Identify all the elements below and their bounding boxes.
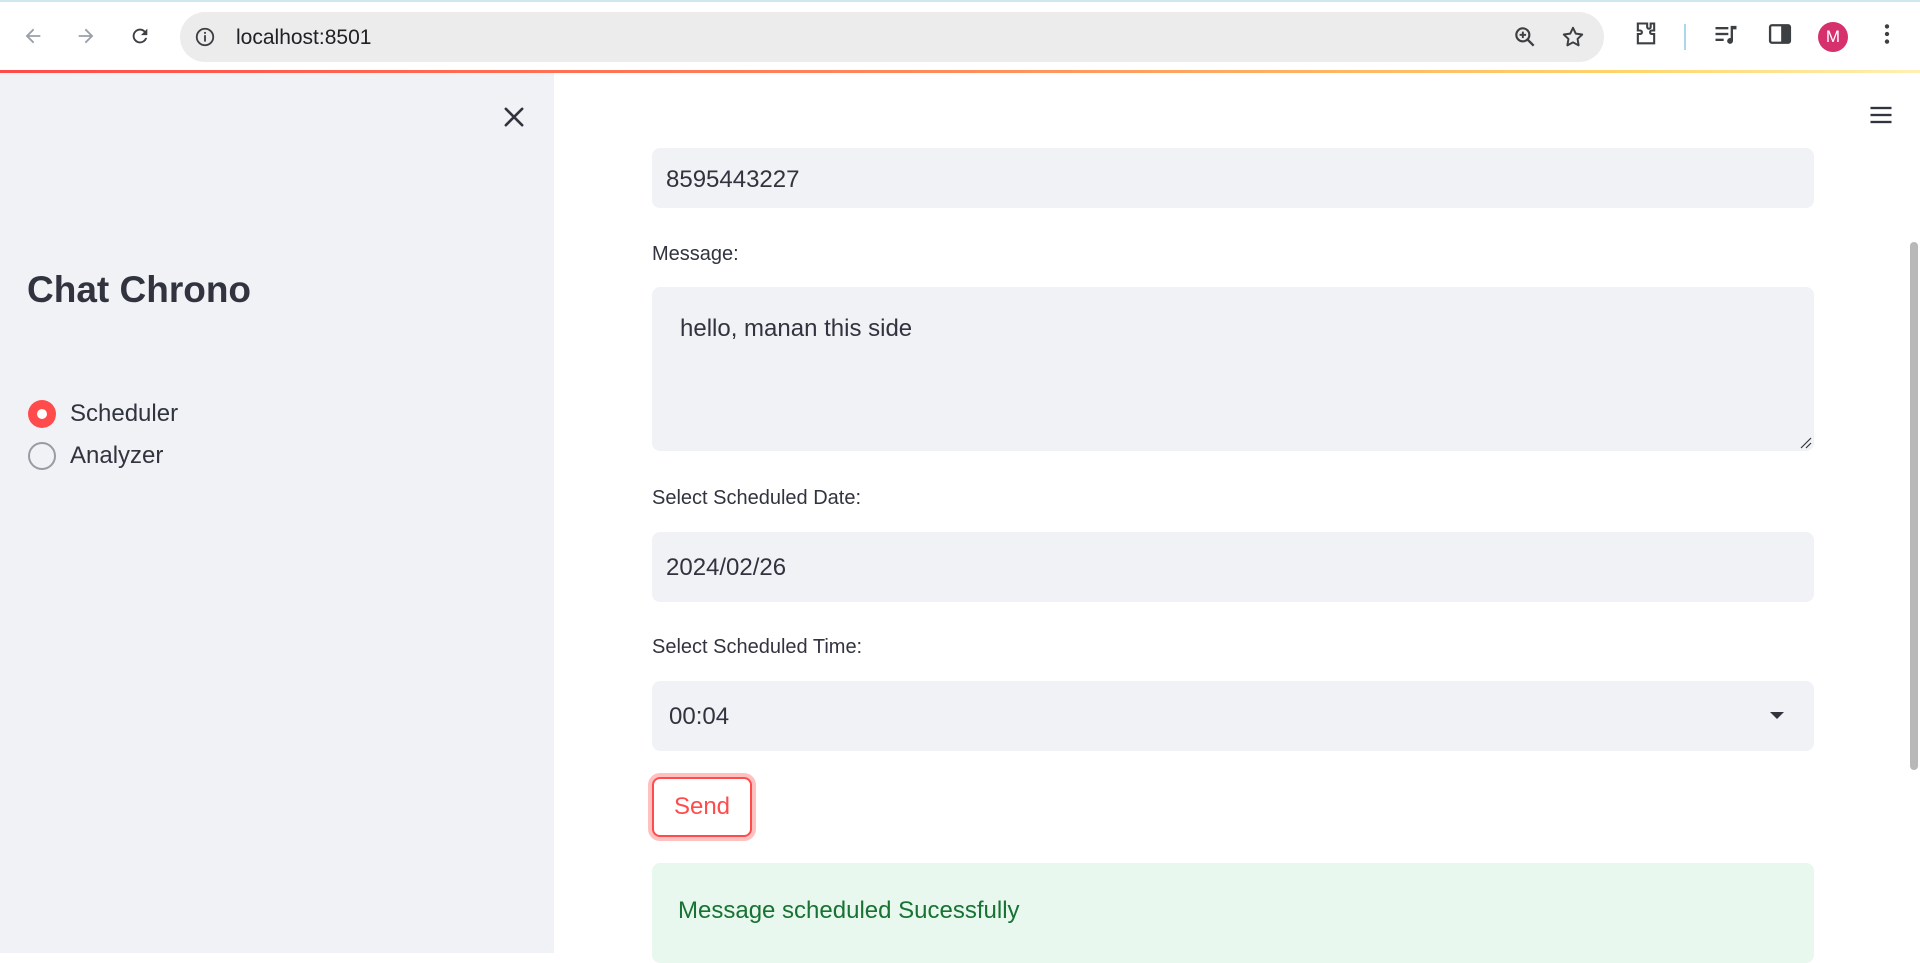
- zoom-icon[interactable]: [1512, 24, 1538, 50]
- media-control-icon[interactable]: [1712, 20, 1740, 48]
- message-label: Message:: [652, 243, 739, 265]
- radio-label-scheduler: Scheduler: [70, 400, 179, 427]
- hamburger-menu-icon[interactable]: [1866, 101, 1896, 129]
- send-button[interactable]: Send: [652, 777, 752, 837]
- scrollbar[interactable]: [1910, 242, 1918, 770]
- close-icon[interactable]: [500, 103, 528, 131]
- profile-initial: M: [1825, 27, 1841, 46]
- date-label: Select Scheduled Date:: [652, 487, 862, 509]
- browser-toolbar: localhost:8501 M: [0, 0, 1920, 70]
- success-message: Message scheduled Sucessfully: [678, 897, 1020, 924]
- arrow-left-icon: [25, 28, 41, 44]
- back-button[interactable]: [15, 18, 51, 54]
- radio-selected-icon[interactable]: [28, 400, 56, 428]
- bookmark-star-icon[interactable]: [1560, 24, 1586, 50]
- more-vert-icon[interactable]: [1874, 20, 1900, 48]
- date-input[interactable]: 2024/02/26: [652, 532, 1814, 602]
- message-value: hello, manan this side: [680, 315, 913, 342]
- main-content: 8595443227 Message: hello, manan this si…: [554, 73, 1920, 963]
- phone-number-input[interactable]: 8595443227: [652, 148, 1814, 208]
- time-label: Select Scheduled Time:: [652, 636, 863, 658]
- url-text: localhost:8501: [236, 26, 372, 49]
- phone-number-value: 8595443227: [666, 166, 800, 193]
- toolbar-separator: [1684, 24, 1686, 50]
- reload-icon: [132, 28, 148, 44]
- success-alert: Message scheduled Sucessfully: [652, 863, 1814, 963]
- radio-option-scheduler[interactable]: Scheduler: [28, 400, 178, 428]
- info-icon[interactable]: [194, 26, 216, 48]
- resize-handle-icon[interactable]: [1798, 435, 1812, 449]
- sidebar: Chat Chrono Scheduler Analyzer: [0, 73, 554, 953]
- radio-option-analyzer[interactable]: Analyzer: [28, 442, 163, 470]
- time-value: 00:04: [669, 703, 730, 730]
- arrow-right-icon: [78, 28, 94, 44]
- app-title: Chat Chrono: [27, 269, 252, 310]
- radio-unselected-icon[interactable]: [28, 442, 56, 470]
- message-textarea[interactable]: hello, manan this side: [652, 287, 1814, 451]
- address-bar[interactable]: localhost:8501: [180, 12, 1604, 62]
- forward-button[interactable]: [68, 18, 104, 54]
- date-value: 2024/02/26: [666, 554, 787, 581]
- reload-button[interactable]: [122, 18, 158, 54]
- radio-label-analyzer: Analyzer: [70, 442, 164, 469]
- time-select[interactable]: 00:04: [652, 681, 1814, 751]
- chevron-down-icon[interactable]: [1768, 709, 1786, 721]
- side-panel-icon[interactable]: [1766, 20, 1794, 48]
- profile-avatar[interactable]: M: [1818, 22, 1848, 52]
- extensions-icon[interactable]: [1632, 20, 1660, 48]
